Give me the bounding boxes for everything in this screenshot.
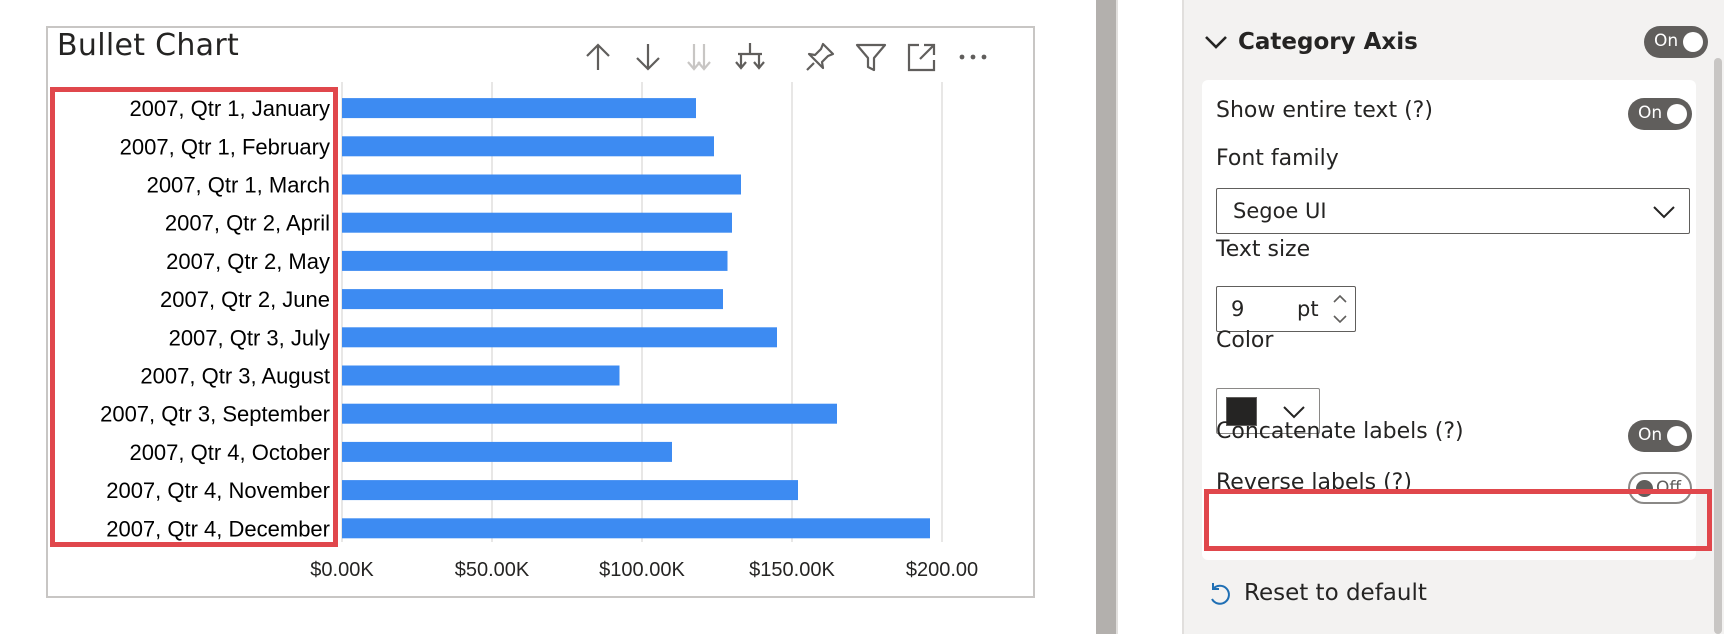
reset-label: Reset to default — [1244, 580, 1427, 606]
bar — [342, 98, 696, 119]
x-tick-label: $200.00 — [906, 559, 978, 581]
bar — [342, 289, 723, 310]
category-axis-section-header[interactable]: Category Axis — [1202, 22, 1702, 62]
x-tick-label: $50.00K — [455, 559, 530, 581]
color-label: Color — [1216, 328, 1274, 353]
concatenate-labels-toggle[interactable]: On — [1628, 420, 1692, 452]
bar — [342, 365, 620, 386]
toggle-knob — [1667, 104, 1687, 124]
bar — [342, 136, 714, 157]
stepper-arrows-icon[interactable] — [1329, 290, 1351, 328]
bullet-chart-visual[interactable]: Bullet Chart $0.00K $50.00K $100.00K $150.0… — [46, 26, 1035, 598]
bar — [342, 174, 741, 195]
format-pane: Category Axis On Show entire text (?) On… — [1182, 0, 1724, 634]
bar — [342, 212, 732, 233]
show-entire-text-toggle[interactable]: On — [1628, 98, 1692, 130]
reverse-labels-toggle[interactable]: Off — [1628, 472, 1692, 504]
reset-to-default-button[interactable]: Reset to default — [1206, 580, 1427, 606]
x-tick-label: $0.00K — [310, 559, 374, 581]
bar — [342, 327, 777, 348]
category-axis-card: Show entire text (?) On Font family Sego… — [1202, 80, 1696, 560]
x-tick-label: $100.00K — [599, 559, 685, 581]
font-family-value: Segoe UI — [1233, 199, 1327, 223]
pane-scrollbar[interactable] — [1714, 58, 1722, 634]
pane-divider[interactable] — [1096, 0, 1116, 634]
toggle-knob — [1636, 480, 1653, 497]
bar — [342, 250, 728, 271]
chevron-down-icon[interactable] — [1202, 28, 1230, 56]
toggle-knob — [1683, 32, 1703, 52]
category-label: 2007, Qtr 2, May — [166, 249, 330, 274]
toggle-text: On — [1638, 103, 1663, 123]
section-title: Category Axis — [1238, 29, 1418, 55]
category-label: 2007, Qtr 2, June — [160, 287, 330, 312]
concatenate-labels-label: Concatenate labels (?) — [1216, 419, 1464, 444]
category-label: 2007, Qtr 3, August — [140, 364, 330, 389]
show-entire-text-label: Show entire text (?) — [1216, 98, 1433, 123]
category-label: 2007, Qtr 2, April — [165, 211, 330, 236]
chevron-down-icon — [1653, 206, 1675, 219]
reverse-labels-label: Reverse labels (?) — [1216, 470, 1412, 495]
bar — [342, 480, 798, 501]
category-label: 2007, Qtr 1, February — [120, 134, 330, 159]
x-tick-label: $150.00K — [749, 559, 835, 581]
bar — [342, 518, 930, 539]
undo-icon — [1211, 583, 1230, 605]
category-label: 2007, Qtr 1, January — [129, 96, 330, 121]
category-label: 2007, Qtr 1, March — [147, 173, 330, 198]
category-axis-toggle[interactable]: On — [1644, 26, 1708, 58]
toggle-knob — [1667, 426, 1687, 446]
category-label: 2007, Qtr 4, November — [106, 478, 330, 503]
toggle-text: On — [1638, 425, 1663, 445]
text-size-stepper[interactable]: 9 pt — [1216, 286, 1356, 332]
divider-line — [1116, 0, 1118, 634]
bar-chart: $0.00K $50.00K $100.00K $150.00K $200.00 2007… — [100, 82, 978, 581]
category-label: 2007, Qtr 4, December — [106, 516, 330, 541]
toggle-text: Off — [1656, 478, 1682, 498]
font-family-label: Font family — [1216, 146, 1339, 171]
toggle-text: On — [1654, 31, 1679, 51]
font-family-dropdown[interactable]: Segoe UI — [1216, 188, 1690, 234]
category-label: 2007, Qtr 3, September — [100, 402, 330, 427]
bar — [342, 441, 672, 462]
text-size-value[interactable]: 9 — [1231, 297, 1281, 321]
bar — [342, 403, 837, 424]
text-size-label: Text size — [1216, 237, 1311, 262]
category-label: 2007, Qtr 4, October — [129, 440, 330, 465]
category-label: 2007, Qtr 3, July — [169, 325, 330, 350]
text-size-unit: pt — [1297, 297, 1319, 321]
